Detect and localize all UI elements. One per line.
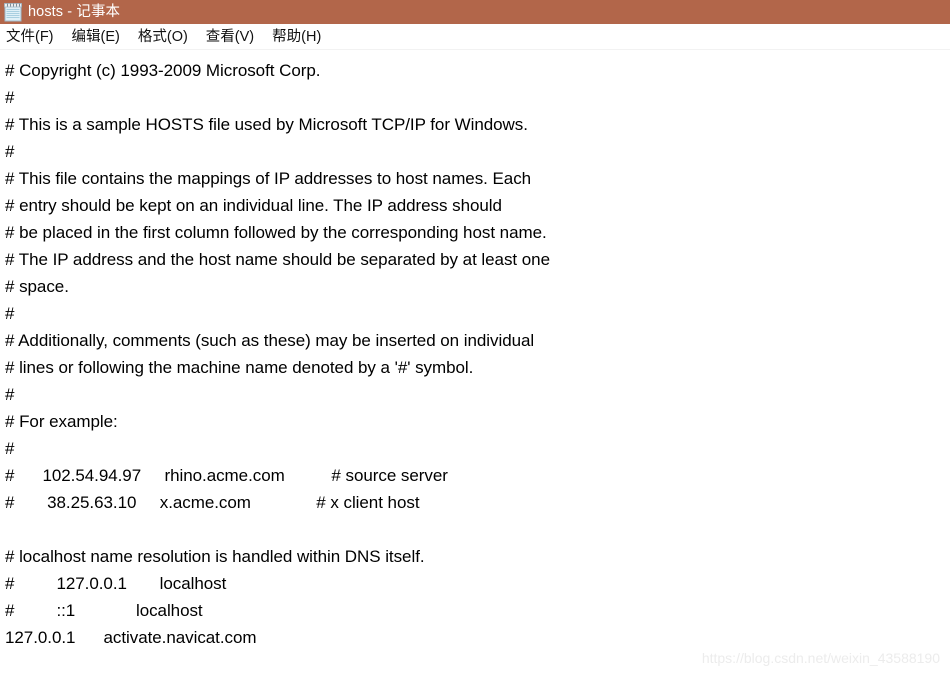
window-title: hosts - 记事本 bbox=[28, 4, 121, 20]
text-line: # This is a sample HOSTS file used by Mi… bbox=[5, 115, 528, 134]
menu-edit[interactable]: 编辑(E) bbox=[72, 24, 129, 50]
text-line: # space. bbox=[5, 277, 69, 296]
text-line: # For example: bbox=[5, 412, 118, 431]
text-line: # bbox=[5, 385, 15, 404]
text-line: # be placed in the first column followed… bbox=[5, 223, 547, 242]
menu-help[interactable]: 帮助(H) bbox=[272, 24, 330, 50]
text-line: # 127.0.0.1 localhost bbox=[5, 574, 227, 593]
text-line: # lines or following the machine name de… bbox=[5, 358, 474, 377]
text-line: # bbox=[5, 88, 15, 107]
notepad-icon bbox=[4, 2, 22, 22]
menu-format[interactable]: 格式(O) bbox=[138, 24, 197, 50]
title-bar[interactable]: hosts - 记事本 bbox=[0, 0, 950, 24]
text-line: # ::1 localhost bbox=[5, 601, 203, 620]
text-line: # 102.54.94.97 rhino.acme.com # source s… bbox=[5, 466, 448, 485]
text-line: # localhost name resolution is handled w… bbox=[5, 547, 425, 566]
text-line: # This file contains the mappings of IP … bbox=[5, 169, 532, 188]
text-line: 127.0.0.1 activate.navicat.com bbox=[5, 628, 257, 647]
text-line: # bbox=[5, 304, 15, 323]
text-line: # Additionally, comments (such as these)… bbox=[5, 331, 535, 350]
text-line: # entry should be kept on an individual … bbox=[5, 196, 502, 215]
text-line-blank bbox=[5, 516, 950, 543]
menu-file[interactable]: 文件(F) bbox=[6, 24, 63, 50]
text-line: # Copyright (c) 1993-2009 Microsoft Corp… bbox=[5, 61, 321, 80]
menu-view[interactable]: 查看(V) bbox=[206, 24, 263, 50]
text-line: # The IP address and the host name shoul… bbox=[5, 250, 550, 269]
text-line: # bbox=[5, 439, 15, 458]
text-line: # 38.25.63.10 x.acme.com # x client host bbox=[5, 493, 420, 512]
text-editor-area[interactable]: # Copyright (c) 1993-2009 Microsoft Corp… bbox=[0, 51, 950, 678]
menu-bar: 文件(F) 编辑(E) 格式(O) 查看(V) 帮助(H) bbox=[0, 24, 950, 50]
text-line: # bbox=[5, 142, 15, 161]
